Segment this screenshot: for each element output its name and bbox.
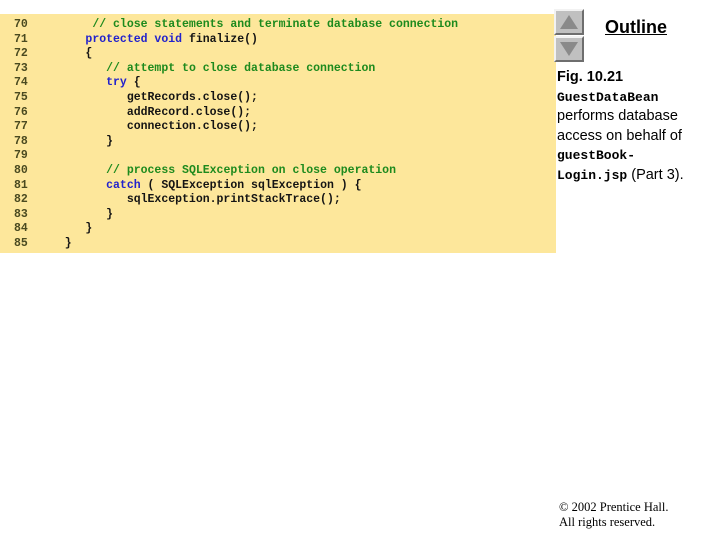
code-line-number: 80: [14, 163, 28, 177]
code-line-number: 85: [14, 236, 28, 250]
figure-class-name: GuestDataBean: [557, 89, 659, 105]
code-line: 85 }: [0, 237, 556, 252]
code-line-text: // attempt to close database connection: [106, 61, 376, 75]
code-line-number: 75: [14, 90, 28, 104]
code-line-text: sqlException.printStackTrace();: [44, 193, 341, 207]
copyright-line-2: All rights reserved.: [559, 515, 656, 529]
scroll-up-button[interactable]: [554, 9, 584, 35]
code-line-number: 76: [14, 105, 28, 119]
code-line-number: 74: [14, 76, 28, 90]
figure-text-line-2: access on behalf of: [557, 127, 682, 144]
code-line-number: 71: [14, 32, 28, 46]
code-line-text: protected void finalize(): [85, 32, 258, 46]
code-listing-panel: 70 // close statements and terminate dat…: [0, 14, 556, 253]
triangle-up-icon: [560, 15, 578, 29]
code-line-number: 83: [14, 207, 28, 221]
code-line: 75 getRecords.close();: [0, 91, 556, 106]
code-line: 82 sqlException.printStackTrace();: [0, 193, 556, 208]
code-line-number: 70: [14, 18, 28, 31]
code-line: 78 }: [0, 135, 556, 150]
figure-file-name-part-1: guestBook-: [557, 148, 636, 163]
code-line-text: }: [44, 222, 93, 236]
code-line-number: 72: [14, 47, 28, 61]
code-line: 80 // process SQLException on close oper…: [0, 164, 556, 179]
code-line-number: 84: [14, 222, 28, 236]
figure-part-number: (Part 3).: [627, 166, 684, 183]
figure-file-name-part-2: Login.jsp: [557, 167, 628, 183]
code-line-text: }: [44, 134, 114, 148]
code-line-text: // close statements and terminate databa…: [92, 18, 459, 31]
code-line-text: connection.close();: [44, 120, 258, 134]
scroll-buttons-group: [554, 9, 586, 62]
copyright-footer: © 2002 Prentice Hall. All rights reserve…: [559, 500, 719, 530]
code-line: 81 catch ( SQLException sqlException ) {: [0, 179, 556, 194]
code-line: 76 addRecord.close();: [0, 106, 556, 121]
code-line: 84 }: [0, 222, 556, 237]
code-line: 74 try {: [0, 76, 556, 91]
code-line: 83 }: [0, 208, 556, 223]
code-line-text: getRecords.close();: [44, 90, 258, 104]
code-line: 77 connection.close();: [0, 120, 556, 135]
code-line-number: 77: [14, 120, 28, 134]
code-line-text: addRecord.close();: [44, 105, 252, 119]
triangle-down-icon: [560, 42, 578, 56]
code-line-text: {: [44, 47, 93, 61]
code-line: 73 // attempt to close database connecti…: [0, 62, 556, 77]
copyright-line-1: © 2002 Prentice Hall.: [559, 500, 669, 514]
code-line-number: 78: [14, 134, 28, 148]
scroll-down-button[interactable]: [554, 36, 584, 62]
code-line-text: catch ( SQLException sqlException ) {: [106, 178, 362, 192]
code-line-text: // process SQLException on close operati…: [106, 163, 396, 177]
figure-label: Fig. 10.21: [557, 69, 624, 85]
code-line-text: }: [44, 236, 72, 250]
code-line-text: }: [44, 207, 114, 221]
code-line: 70 // close statements and terminate dat…: [0, 18, 556, 33]
figure-caption: Fig. 10.21 GuestDataBean performs databa…: [557, 68, 712, 185]
outline-heading[interactable]: Outline: [605, 17, 667, 38]
figure-text-line-1: performs database: [557, 108, 678, 124]
code-line-number: 79: [14, 149, 28, 163]
code-line: 79: [0, 149, 556, 164]
code-line-number: 73: [14, 61, 28, 75]
code-line-number: 81: [14, 178, 28, 192]
code-line: 71 protected void finalize(): [0, 33, 556, 48]
code-line-number: 82: [14, 193, 28, 207]
code-line-text: try {: [106, 76, 141, 90]
code-line: 72 {: [0, 47, 556, 62]
